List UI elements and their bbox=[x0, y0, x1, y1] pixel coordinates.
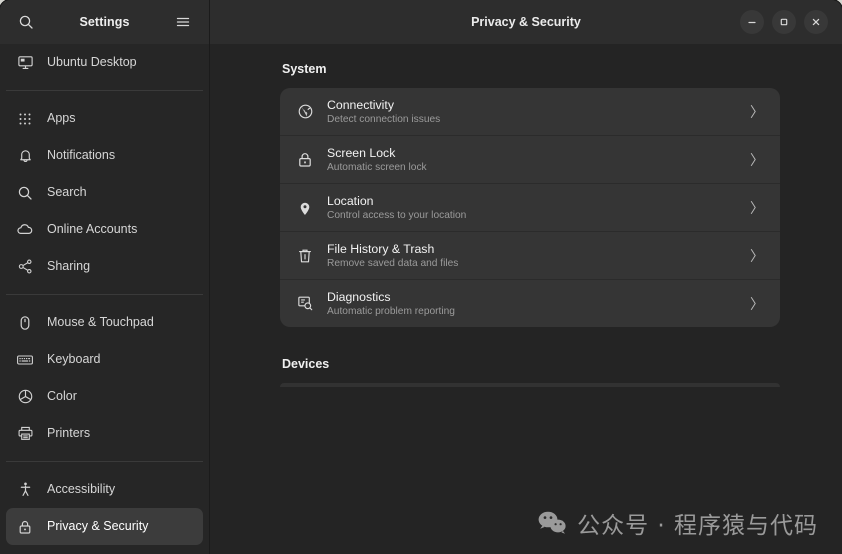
row-title: Screen Lock bbox=[327, 145, 396, 160]
row-text: Connectivity Detect connection issues bbox=[327, 98, 440, 126]
sidebar-item-color[interactable]: Color bbox=[6, 378, 203, 415]
row-file-history-trash[interactable]: File History & Trash Remove saved data a… bbox=[280, 231, 780, 279]
section-heading-devices: Devices bbox=[282, 357, 330, 371]
maximize-button[interactable] bbox=[772, 10, 796, 34]
search-icon[interactable] bbox=[12, 8, 40, 36]
row-location[interactable]: Location Control access to your location… bbox=[280, 183, 780, 231]
mouse-icon bbox=[16, 314, 34, 332]
globe-icon bbox=[294, 101, 316, 123]
sidebar-item-label: Sharing bbox=[47, 259, 91, 274]
accessibility-person-icon bbox=[16, 481, 34, 499]
sidebar-item-system[interactable]: System bbox=[6, 545, 203, 554]
row-title: Location bbox=[327, 193, 374, 208]
sidebar-separator bbox=[6, 461, 203, 462]
row-subtitle: Detect connection issues bbox=[327, 113, 441, 125]
row-screen-lock[interactable]: Screen Lock Automatic screen lock 〉 bbox=[280, 135, 780, 183]
settings-page: System Connectivity Detect connection is… bbox=[210, 44, 842, 554]
row-text: Location Control access to your location bbox=[327, 194, 466, 222]
sidebar-item-label: Mouse & Touchpad bbox=[47, 315, 154, 330]
chevron-right-icon[interactable]: 〉 bbox=[750, 153, 764, 167]
hamburger-menu-icon[interactable] bbox=[169, 8, 197, 36]
devices-settings-group[interactable] bbox=[280, 383, 780, 387]
chevron-right-icon[interactable]: 〉 bbox=[750, 249, 764, 263]
sidebar-item-list[interactable]: Ubuntu Desktop Apps Notifications Search… bbox=[0, 44, 209, 554]
color-wheel-icon bbox=[16, 388, 34, 406]
sidebar-item-privacy-security[interactable]: Privacy & Security bbox=[6, 508, 203, 545]
cloud-icon bbox=[16, 221, 34, 239]
sidebar-item-label: Notifications bbox=[47, 148, 116, 163]
row-text: Diagnostics Automatic problem reporting bbox=[327, 290, 455, 318]
sidebar-item-notifications[interactable]: Notifications bbox=[6, 137, 203, 174]
row-subtitle: Automatic problem reporting bbox=[327, 305, 455, 317]
settings-window: Settings Ubuntu Desktop Apps Notificatio… bbox=[0, 0, 842, 554]
window-titlebar: Privacy & Security bbox=[210, 0, 842, 44]
sidebar-item-apps[interactable]: Apps bbox=[6, 100, 203, 137]
row-subtitle: Remove saved data and files bbox=[327, 257, 459, 269]
system-settings-group: Connectivity Detect connection issues 〉 bbox=[280, 88, 780, 327]
content-area: Privacy & Security System Connectivity D… bbox=[210, 0, 842, 554]
row-text: Screen Lock Automatic screen lock bbox=[327, 146, 427, 174]
sidebar-item-label: Keyboard bbox=[47, 352, 101, 367]
chevron-right-icon[interactable]: 〉 bbox=[750, 201, 764, 215]
location-pin-icon bbox=[294, 197, 316, 219]
row-connectivity[interactable]: Connectivity Detect connection issues 〉 bbox=[280, 88, 780, 135]
search-icon bbox=[16, 184, 34, 202]
desktop-icon bbox=[16, 54, 34, 72]
diagnostics-report-icon bbox=[294, 293, 316, 315]
sidebar-item-sharing[interactable]: Sharing bbox=[6, 248, 203, 285]
sidebar-item-label: Search bbox=[47, 185, 87, 200]
lock-icon bbox=[16, 518, 34, 536]
sidebar-item-keyboard[interactable]: Keyboard bbox=[6, 341, 203, 378]
sidebar-item-online-accounts[interactable]: Online Accounts bbox=[6, 211, 203, 248]
bell-icon bbox=[16, 147, 34, 165]
sidebar-item-printers[interactable]: Printers bbox=[6, 415, 203, 452]
chevron-right-icon[interactable]: 〉 bbox=[750, 105, 764, 119]
padlock-icon bbox=[294, 149, 316, 171]
sidebar-item-label: Color bbox=[47, 389, 77, 404]
trash-icon bbox=[294, 245, 316, 267]
section-heading-system: System bbox=[282, 62, 327, 76]
sidebar-item-label: Online Accounts bbox=[47, 222, 138, 237]
row-subtitle: Automatic screen lock bbox=[327, 161, 427, 173]
sidebar-item-label: Apps bbox=[47, 111, 76, 126]
sidebar-item-search[interactable]: Search bbox=[6, 174, 203, 211]
sidebar-item-mouse-touchpad[interactable]: Mouse & Touchpad bbox=[6, 304, 203, 341]
sidebar-header: Settings bbox=[0, 0, 209, 44]
row-title: File History & Trash bbox=[327, 241, 435, 256]
row-title: Connectivity bbox=[327, 97, 394, 112]
row-text: File History & Trash Remove saved data a… bbox=[327, 242, 458, 270]
sidebar: Settings Ubuntu Desktop Apps Notificatio… bbox=[0, 0, 210, 554]
keyboard-icon bbox=[16, 351, 34, 369]
sidebar-separator bbox=[6, 90, 203, 91]
apps-grid-icon bbox=[16, 110, 34, 128]
row-diagnostics[interactable]: Diagnostics Automatic problem reporting … bbox=[280, 279, 780, 327]
printer-icon bbox=[16, 425, 34, 443]
sidebar-separator bbox=[6, 294, 203, 295]
sidebar-item-label: Accessibility bbox=[47, 482, 116, 497]
sidebar-item-ubuntu-desktop[interactable]: Ubuntu Desktop bbox=[6, 44, 203, 81]
sidebar-item-accessibility[interactable]: Accessibility bbox=[6, 471, 203, 508]
close-button[interactable] bbox=[804, 10, 828, 34]
share-nodes-icon bbox=[16, 258, 34, 276]
sidebar-item-label: Ubuntu Desktop bbox=[47, 55, 137, 70]
chevron-right-icon[interactable]: 〉 bbox=[750, 297, 764, 311]
minimize-button[interactable] bbox=[740, 10, 764, 34]
row-title: Diagnostics bbox=[327, 289, 391, 304]
row-subtitle: Control access to your location bbox=[327, 209, 467, 221]
window-controls bbox=[740, 10, 828, 34]
sidebar-item-label: Printers bbox=[47, 426, 91, 441]
sidebar-item-label: Privacy & Security bbox=[47, 519, 149, 534]
